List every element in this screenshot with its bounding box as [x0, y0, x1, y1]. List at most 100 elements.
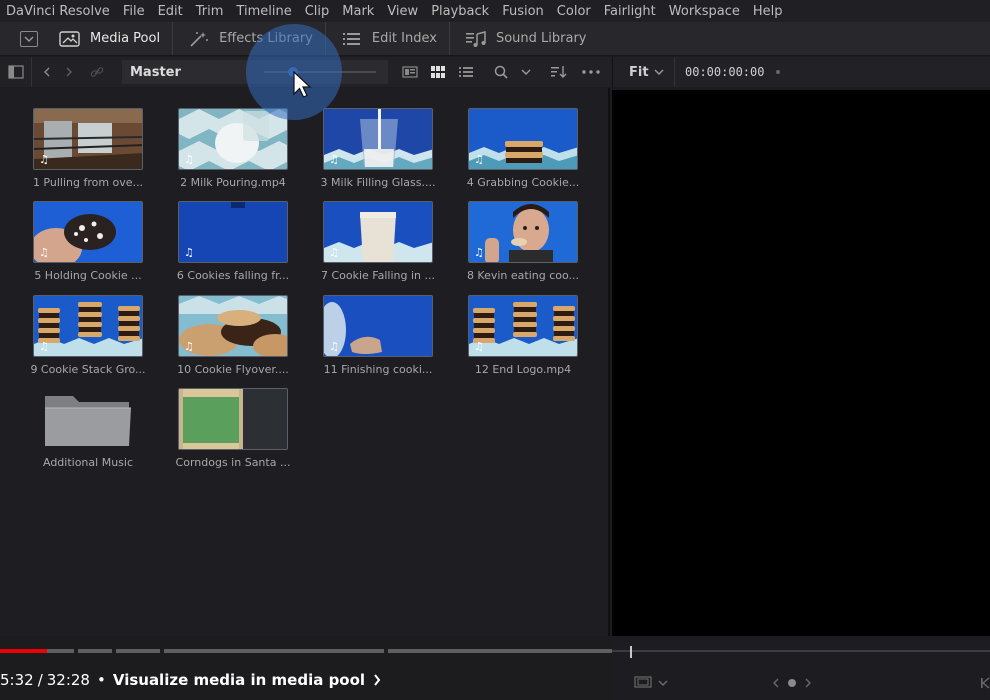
clip-item[interactable]: ♫ 10 Cookie Flyover.... — [177, 295, 290, 376]
menu-help[interactable]: Help — [747, 4, 790, 19]
viewer-transport — [612, 666, 990, 700]
clip-thumbnail: ♫ — [468, 108, 578, 170]
time-separator: / — [37, 671, 43, 689]
mouse-pointer-icon — [293, 70, 312, 98]
bin-name: Master — [130, 64, 181, 80]
chevron-right-icon[interactable] — [373, 671, 381, 690]
chevron-down-icon — [521, 69, 531, 75]
clip-item[interactable]: Additional Music — [33, 388, 145, 469]
menu-fairlight[interactable]: Fairlight — [598, 4, 663, 19]
clip-name: 9 Cookie Stack Gro... — [30, 363, 146, 376]
audio-icon: ♫ — [474, 153, 484, 166]
forward-button[interactable] — [58, 57, 80, 87]
effects-library-label: Effects Library — [219, 31, 313, 46]
playhead[interactable] — [630, 646, 632, 658]
thumbnail-view-button[interactable] — [424, 61, 452, 83]
total-time: 32:28 — [46, 671, 90, 689]
chevron-left-icon[interactable] — [772, 678, 780, 688]
thumbnail-size-slider[interactable] — [264, 71, 376, 73]
menu-playback[interactable]: Playback — [425, 4, 496, 19]
clip-name: 7 Cookie Falling in ... — [320, 269, 436, 282]
more-icon — [582, 70, 600, 74]
viewer-header: Fit 00:00:00:00 — [612, 57, 990, 87]
list-view-icon — [459, 67, 473, 77]
search-options-button[interactable] — [516, 61, 536, 83]
list-view-button[interactable] — [452, 61, 480, 83]
metadata-view-icon — [402, 66, 418, 78]
chevron-right-icon — [66, 67, 72, 77]
viewer-scrubber[interactable] — [612, 636, 990, 666]
sort-button[interactable] — [544, 61, 574, 83]
music-note-icon — [464, 30, 488, 48]
pool-tools — [486, 61, 606, 83]
link-button[interactable] — [86, 57, 108, 87]
skip-start-icon[interactable] — [980, 677, 990, 689]
clip-item[interactable]: ♫ 1 Pulling from ove... — [33, 108, 145, 189]
menu-color[interactable]: Color — [551, 4, 598, 19]
clip-item[interactable]: ♫ 3 Milk Filling Glass.... — [321, 108, 435, 189]
menu-trim[interactable]: Trim — [190, 4, 231, 19]
video-progress-played — [0, 649, 47, 653]
more-options-button[interactable] — [576, 61, 606, 83]
search-button[interactable] — [486, 61, 516, 83]
menu-view[interactable]: View — [381, 4, 425, 19]
metadata-view-button[interactable] — [396, 61, 424, 83]
chevron-down-icon — [654, 69, 664, 75]
chapter-gap — [384, 649, 388, 653]
media-pool-icon — [58, 30, 82, 48]
video-progress-bar[interactable] — [0, 649, 612, 653]
clip-name: 6 Cookies falling fr... — [176, 269, 290, 282]
menu-edit[interactable]: Edit — [152, 4, 190, 19]
clip-item[interactable]: ♫ 4 Grabbing Cookie... — [467, 108, 580, 189]
jog-dot-icon[interactable] — [788, 679, 796, 687]
viewer-dot-icon — [776, 70, 781, 74]
effects-library-button[interactable]: Effects Library — [187, 22, 326, 55]
zoom-dropdown[interactable]: Fit — [613, 57, 675, 87]
clip-item[interactable]: ♫ 2 Milk Pouring.mp4 — [178, 108, 290, 189]
media-pool-button[interactable]: Media Pool — [58, 22, 174, 55]
grid-icon — [431, 66, 445, 78]
folder-icon — [33, 388, 143, 450]
source-viewer[interactable] — [612, 90, 990, 636]
magic-wand-icon — [187, 30, 211, 48]
sound-library-label: Sound Library — [495, 31, 587, 46]
clip-name: 12 End Logo.mp4 — [474, 363, 572, 376]
menu-file[interactable]: File — [117, 4, 152, 19]
clip-thumbnail — [178, 388, 288, 450]
clip-item[interactable]: ♫ 9 Cookie Stack Gro... — [30, 295, 146, 376]
edit-index-button[interactable]: Edit Index — [340, 22, 450, 55]
chevron-down-icon[interactable] — [658, 679, 668, 687]
clip-name: 11 Finishing cooki... — [323, 363, 433, 376]
toggle-bin-list-button[interactable] — [0, 57, 32, 87]
menu-mark[interactable]: Mark — [336, 4, 381, 19]
clip-item[interactable]: ♫ 6 Cookies falling fr... — [177, 201, 290, 282]
sound-library-button[interactable]: Sound Library — [464, 22, 599, 55]
chevron-right-icon[interactable] — [804, 678, 812, 688]
clip-item[interactable]: ♫ 12 End Logo.mp4 — [468, 295, 580, 376]
clip-name: Corndogs in Santa ... — [175, 456, 291, 469]
clip-name: 8 Kevin eating coo... — [466, 269, 580, 282]
clip-item[interactable]: ♫ 5 Holding Cookie ... — [33, 201, 145, 282]
clip-name: 10 Cookie Flyover.... — [177, 363, 289, 376]
back-button[interactable] — [36, 57, 58, 87]
clip-thumbnail: ♫ — [33, 295, 143, 357]
film-strip-icon[interactable] — [634, 676, 652, 688]
clip-name: 2 Milk Pouring.mp4 — [180, 176, 286, 189]
audio-icon: ♫ — [474, 340, 484, 353]
clip-item[interactable]: ♫ 11 Finishing cooki... — [323, 295, 435, 376]
sort-icon — [551, 66, 567, 78]
menu-workspace[interactable]: Workspace — [663, 4, 747, 19]
clip-item[interactable]: ♫ 7 Cookie Falling in ... — [321, 201, 435, 282]
zoom-value: Fit — [629, 64, 649, 80]
menu-timeline[interactable]: Timeline — [230, 4, 298, 19]
clip-item[interactable]: ♫ 8 Kevin eating coo... — [467, 201, 580, 282]
workspace-toggle-button[interactable] — [20, 30, 38, 47]
chapter-title[interactable]: Visualize media in media pool — [113, 671, 365, 689]
audio-icon: ♫ — [329, 153, 339, 166]
menu-fusion[interactable]: Fusion — [496, 4, 551, 19]
clip-thumbnail: ♫ — [468, 201, 578, 263]
clip-name: 4 Grabbing Cookie... — [466, 176, 580, 189]
clip-item[interactable]: Corndogs in Santa ... — [176, 388, 290, 469]
menu-clip[interactable]: Clip — [299, 4, 337, 19]
menu-davinci-resolve[interactable]: DaVinci Resolve — [0, 4, 117, 19]
